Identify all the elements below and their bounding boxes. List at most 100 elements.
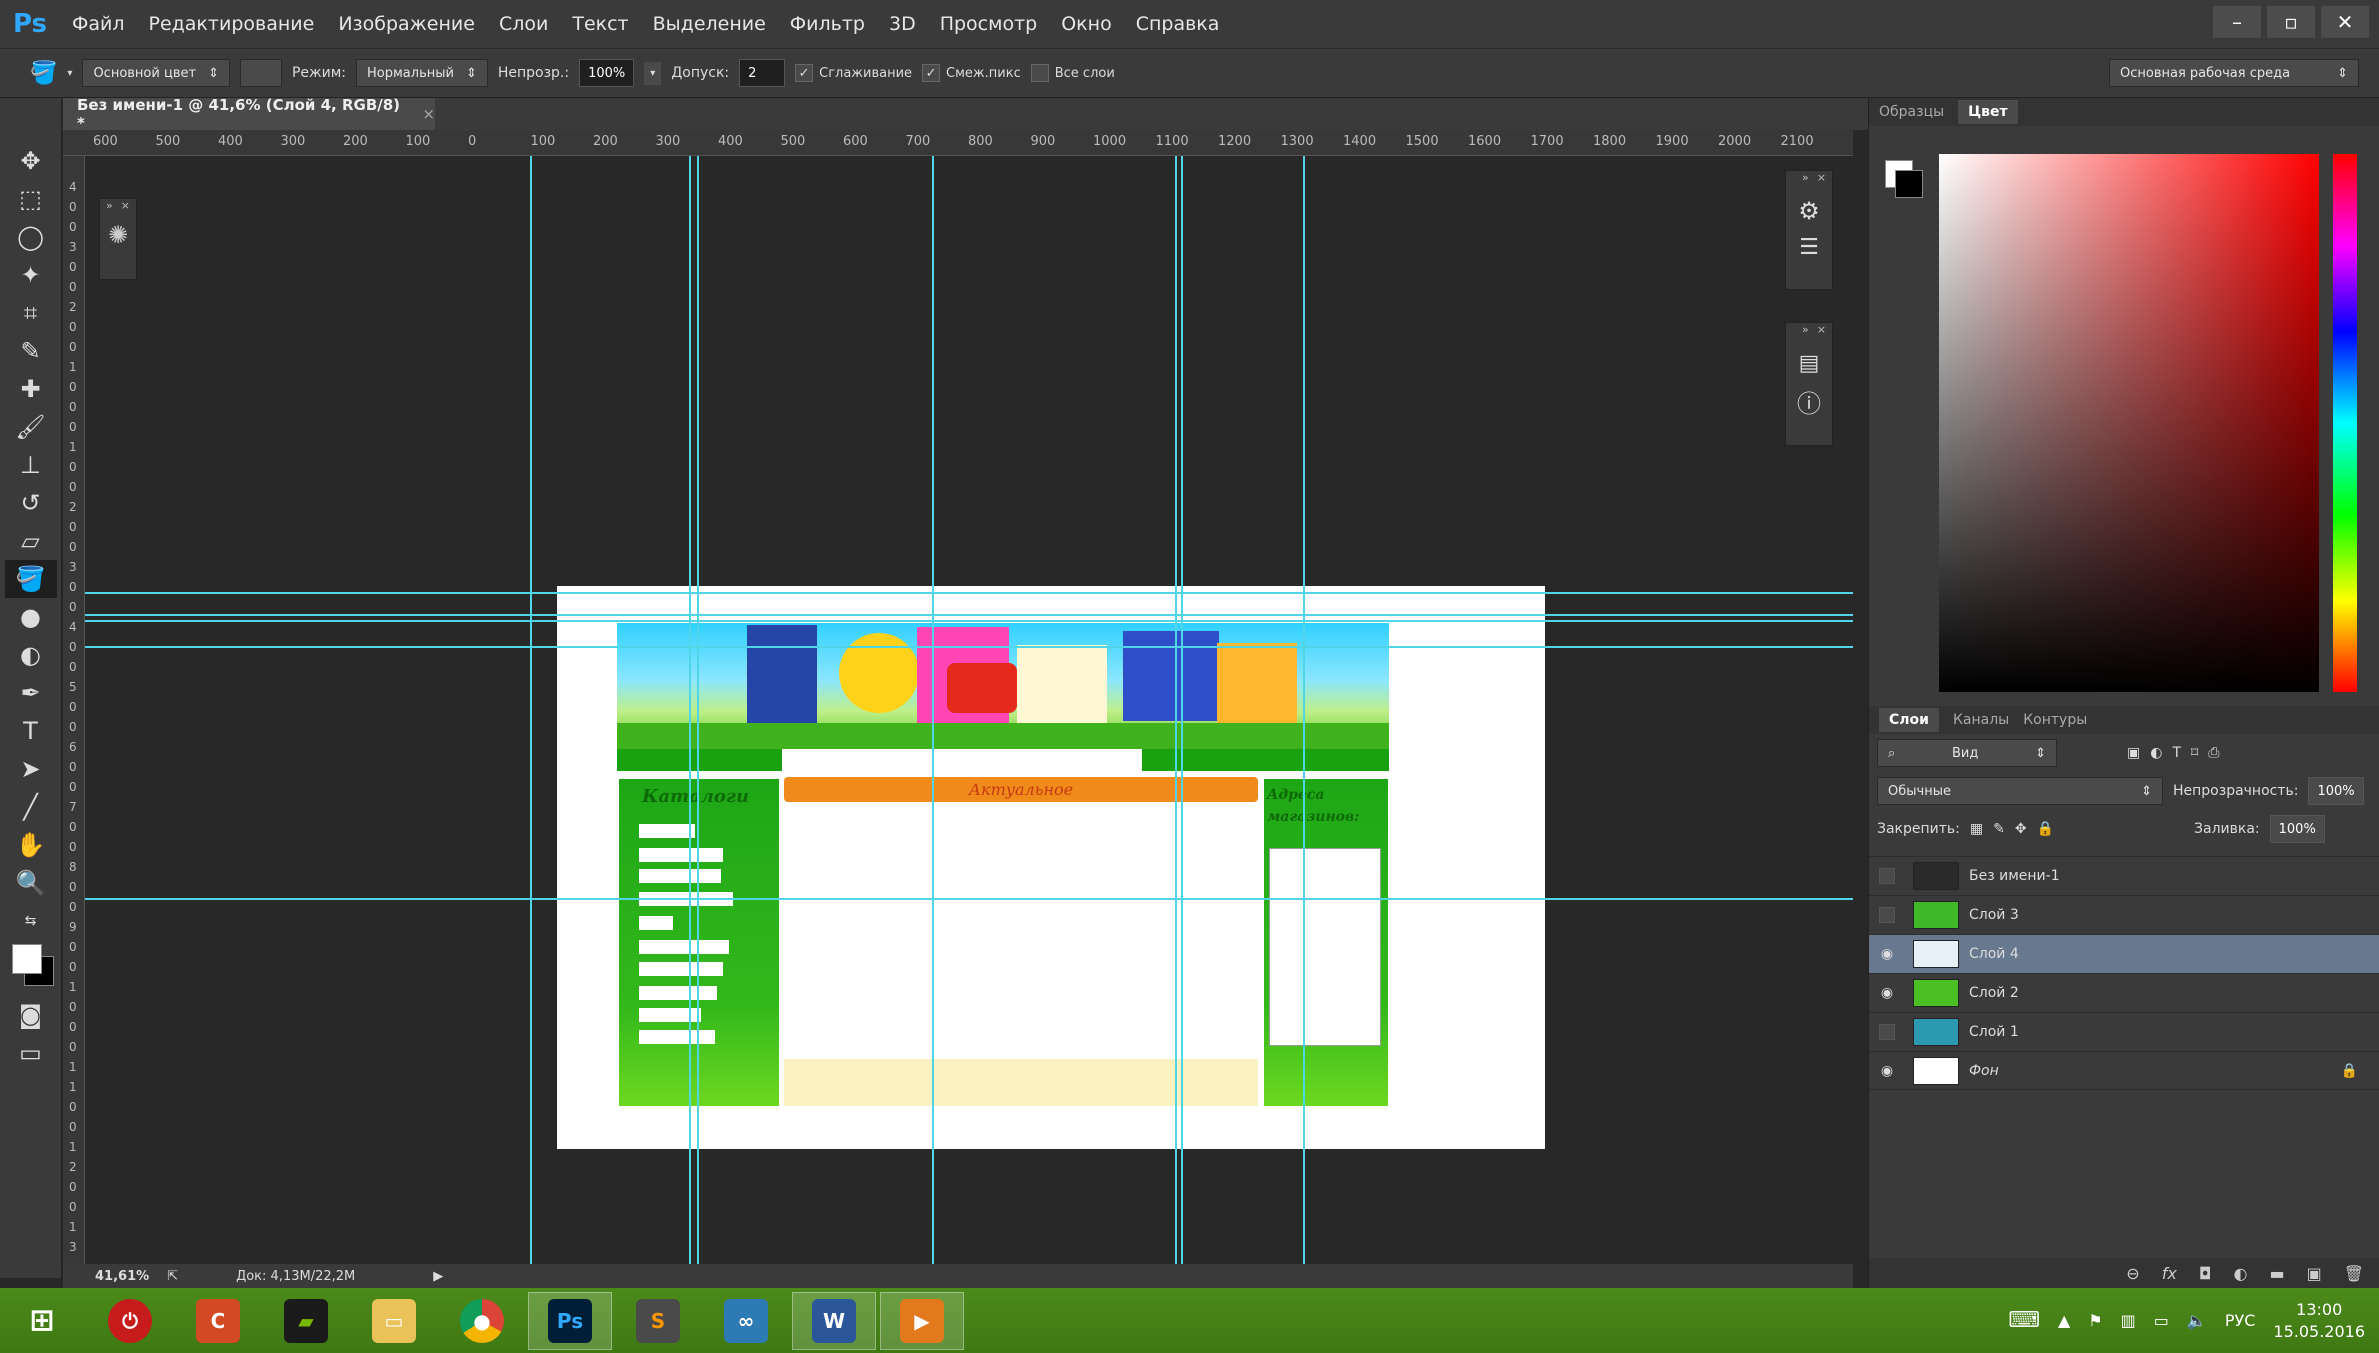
opacity-dropdown-icon[interactable]: ▾ — [644, 61, 662, 85]
layer-row[interactable]: Слой 3 — [1869, 895, 2379, 934]
eye-icon[interactable]: ◉ — [1869, 1063, 1905, 1079]
menu-edit[interactable]: Редактирование — [137, 13, 327, 35]
tolerance-input[interactable]: 2 — [739, 59, 786, 87]
eyedropper-tool-icon[interactable]: ✎ — [5, 332, 57, 370]
filter-pixel-icon[interactable]: ▣ — [2127, 745, 2140, 761]
layer-row[interactable]: Без имени-1 — [1869, 856, 2379, 895]
healing-brush-tool-icon[interactable]: ✚ — [5, 370, 57, 408]
opacity-input[interactable]: 100% — [579, 59, 635, 87]
menu-view[interactable]: Просмотр — [928, 13, 1050, 35]
color-picker-field[interactable] — [1939, 154, 2319, 692]
foreground-color-swatch[interactable] — [12, 944, 42, 974]
menu-select[interactable]: Выделение — [641, 13, 778, 35]
line-tool-icon[interactable]: ╱ — [5, 788, 57, 826]
tab-paths[interactable]: Контуры — [2023, 712, 2087, 728]
horizontal-guide[interactable] — [85, 646, 1853, 648]
horizontal-guide[interactable] — [85, 592, 1853, 594]
pen-tool-icon[interactable]: ✒ — [5, 674, 57, 712]
collapse-icon[interactable]: » — [106, 199, 113, 215]
collapse-icon[interactable]: » — [1802, 171, 1809, 187]
info-icon[interactable]: ⓘ — [1786, 384, 1832, 419]
layer-row[interactable]: ◉ Фон 🔒 — [1869, 1051, 2379, 1090]
contiguous-option[interactable]: ✓ Смеж.пикс — [922, 64, 1021, 82]
paint-bucket-tool-icon[interactable]: 🪣 — [4, 560, 57, 598]
lasso-tool-icon[interactable]: ◯ — [5, 218, 57, 256]
lock-transparent-icon[interactable]: ▦ — [1970, 821, 1983, 837]
marquee-tool-icon[interactable]: ⬚ — [5, 180, 57, 218]
menu-help[interactable]: Справка — [1124, 13, 1232, 35]
close-icon[interactable]: × — [1817, 323, 1826, 339]
menu-text[interactable]: Текст — [560, 13, 640, 35]
filter-adjustment-icon[interactable]: ◐ — [2150, 745, 2162, 761]
blend-mode-select[interactable]: Обычные ⇕ — [1877, 777, 2163, 805]
close-button[interactable]: ✕ — [2321, 6, 2369, 38]
path-selection-tool-icon[interactable]: ➤ — [5, 750, 57, 788]
tab-channels[interactable]: Каналы — [1953, 712, 2009, 728]
menu-filter[interactable]: Фильтр — [778, 13, 877, 35]
filter-type-icon[interactable]: T — [2172, 745, 2181, 761]
fill-input[interactable]: 100% — [2269, 815, 2325, 843]
hue-slider[interactable] — [2333, 154, 2357, 692]
layer-row[interactable]: Слой 1 — [1869, 1012, 2379, 1051]
taskbar-chrome[interactable]: ● — [440, 1292, 524, 1350]
swap-colors-icon[interactable]: ⇆ — [5, 902, 57, 940]
contiguous-checkbox[interactable]: ✓ — [922, 64, 941, 82]
taskbar-photoshop[interactable]: Ps — [528, 1291, 612, 1350]
taskbar-media[interactable]: ▶ — [880, 1291, 964, 1350]
paint-bucket-icon[interactable]: 🪣 — [30, 61, 57, 86]
start-button[interactable]: ⊞ — [0, 1292, 84, 1350]
restore-button[interactable]: ▫ — [2267, 6, 2315, 38]
tool-preset-arrow-icon[interactable]: ▾ — [67, 68, 72, 79]
taskbar-sublime[interactable]: S — [616, 1292, 700, 1350]
vertical-guide[interactable] — [689, 156, 691, 1264]
color-swatches[interactable] — [0, 940, 61, 996]
fx-icon[interactable]: fx — [2162, 1264, 2177, 1283]
new-group-icon[interactable]: ▬ — [2269, 1264, 2284, 1283]
all-layers-checkbox[interactable] — [1030, 64, 1049, 82]
collapse-icon[interactable]: » — [1802, 323, 1809, 339]
menu-window[interactable]: Окно — [1049, 13, 1123, 35]
lock-paint-icon[interactable]: ✎ — [1993, 821, 2005, 837]
hand-tool-icon[interactable]: ✋ — [5, 826, 57, 864]
vertical-guide[interactable] — [932, 156, 934, 1264]
eye-icon[interactable]: ◉ — [1869, 985, 1905, 1001]
crop-tool-icon[interactable]: ⌗ — [5, 294, 57, 332]
vertical-guide[interactable] — [1181, 156, 1183, 1264]
vertical-guide[interactable] — [530, 156, 532, 1264]
menu-layers[interactable]: Слои — [487, 13, 560, 35]
adjustment-layer-icon[interactable]: ◐ — [2233, 1264, 2247, 1283]
all-layers-option[interactable]: Все слои — [1030, 64, 1115, 82]
layer-opacity-input[interactable]: 100% — [2308, 777, 2364, 805]
lock-position-icon[interactable]: ✥ — [2015, 821, 2027, 837]
zoom-level[interactable]: 41,61% — [95, 1269, 149, 1284]
flag-icon[interactable]: ⚑ — [2088, 1311, 2102, 1330]
vertical-guide[interactable] — [697, 156, 699, 1264]
antialias-option[interactable]: ✓ Сглаживание — [795, 64, 912, 82]
filter-shape-icon[interactable]: ⌑ — [2191, 745, 2198, 761]
histogram-icon[interactable]: ▤ — [1786, 351, 1832, 376]
input-language[interactable]: РУС — [2225, 1311, 2256, 1330]
layer-filter-select[interactable]: ⌕ Вид ⇕ — [1877, 739, 2057, 767]
status-menu-arrow-icon[interactable]: ▶ — [433, 1269, 443, 1284]
taskbar-power[interactable]: ⏻ — [88, 1292, 172, 1350]
tray-expand-icon[interactable]: ▲ — [2058, 1311, 2070, 1330]
clone-stamp-tool-icon[interactable]: ⊥ — [5, 446, 57, 484]
properties-icon[interactable]: ☰ — [1786, 235, 1832, 260]
brush-tool-icon[interactable]: 🖌 — [5, 408, 57, 446]
fill-source-select[interactable]: Основной цвет ⇕ — [82, 59, 230, 87]
minimize-button[interactable]: – — [2213, 6, 2261, 38]
horizontal-guide[interactable] — [85, 614, 1853, 616]
blur-tool-icon[interactable]: ● — [5, 598, 57, 636]
document-canvas[interactable]: Каталоги Актуальное Адреса магазинов: — [557, 586, 1545, 1149]
close-tab-icon[interactable]: × — [422, 105, 435, 123]
history-brush-tool-icon[interactable]: ↺ — [5, 484, 57, 522]
paths-icon[interactable]: ⚙ — [1786, 197, 1832, 225]
vertical-guide[interactable] — [1303, 156, 1305, 1264]
magic-wand-tool-icon[interactable]: ✦ — [5, 256, 57, 294]
display-icon[interactable]: ▭ — [2154, 1311, 2169, 1330]
background-color-swatch[interactable] — [1895, 170, 1923, 198]
link-layers-icon[interactable]: ⊖ — [2126, 1264, 2139, 1283]
taskbar-nvidia[interactable]: ▰ — [264, 1292, 348, 1350]
horizontal-guide[interactable] — [85, 620, 1853, 622]
taskbar-ccleaner[interactable]: C — [176, 1292, 260, 1350]
